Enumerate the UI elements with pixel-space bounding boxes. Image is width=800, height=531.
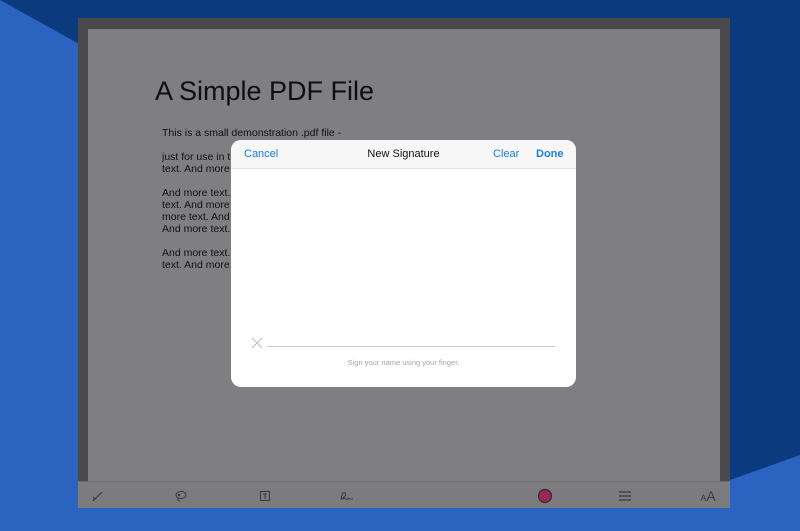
dialog-title: New Signature (367, 148, 440, 160)
signature-tool-button[interactable] (334, 482, 358, 509)
signature-icon (340, 491, 353, 500)
list-icon (619, 490, 631, 501)
signature-hint: Sign your name using your finger. (347, 358, 460, 367)
signature-baseline (267, 346, 555, 347)
clear-button[interactable]: Clear (493, 148, 519, 160)
pdf-paragraph: This is a small demonstration .pdf file … (162, 127, 462, 139)
signature-canvas[interactable]: Sign your name using your finger. (231, 170, 576, 387)
lasso-icon (175, 490, 187, 501)
text-box-tool-button[interactable] (253, 482, 277, 509)
font-size-button[interactable]: AA (696, 482, 720, 509)
close-icon (251, 337, 263, 349)
new-signature-dialog: Cancel New Signature Clear Done Sign you… (231, 140, 576, 387)
dialog-header: Cancel New Signature Clear Done (231, 140, 576, 169)
pdf-line: This is a small demonstration .pdf file … (162, 127, 342, 139)
color-swatch-icon (537, 488, 553, 503)
pen-tool-button[interactable] (86, 482, 110, 509)
markup-toolbar: AA (78, 481, 730, 508)
text-box-icon (260, 490, 270, 501)
lasso-tool-button[interactable] (169, 482, 193, 509)
pdf-title: A Simple PDF File (155, 76, 375, 106)
pen-icon (92, 491, 103, 501)
color-picker-button[interactable] (533, 482, 557, 509)
font-size-icon: AA (700, 487, 716, 504)
done-button[interactable]: Done (536, 148, 564, 160)
background-bottom (0, 508, 800, 531)
line-width-button[interactable] (613, 482, 637, 509)
